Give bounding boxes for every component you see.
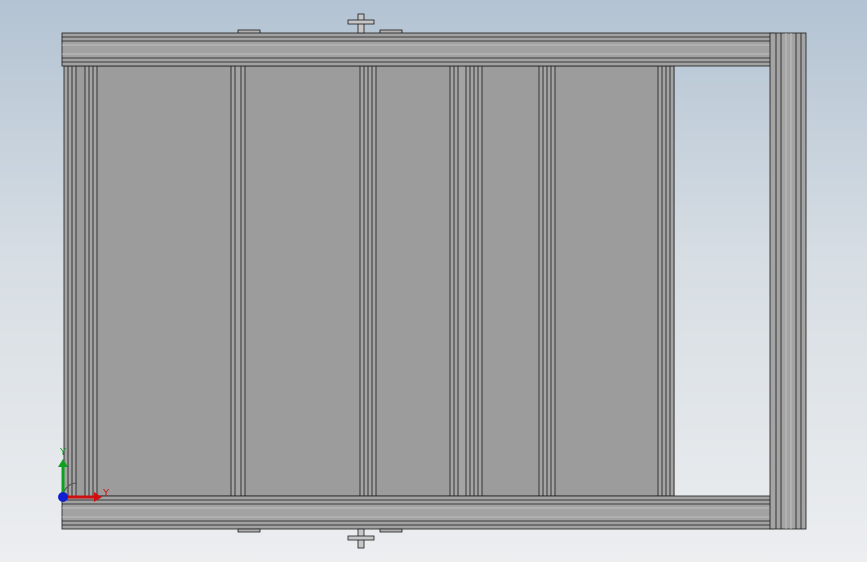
right-frame-post <box>769 32 807 530</box>
vertical-post-5 <box>657 65 675 497</box>
graphics-viewport[interactable]: Y Y <box>0 0 867 562</box>
triad-y-label: Y <box>59 447 67 458</box>
vertical-post-2 <box>359 65 377 497</box>
triad-x-label: Y <box>102 488 110 499</box>
bottom-hardware-pin <box>347 528 375 549</box>
bottom-rail <box>61 495 775 533</box>
top-rail <box>61 29 775 67</box>
vertical-post-4 <box>538 65 556 497</box>
top-hardware-pin <box>347 13 375 34</box>
vertical-post-1 <box>230 65 246 497</box>
triad-z-axis <box>58 492 68 502</box>
vertical-post-3 <box>449 65 483 497</box>
model-canvas[interactable]: Y Y <box>0 0 867 562</box>
